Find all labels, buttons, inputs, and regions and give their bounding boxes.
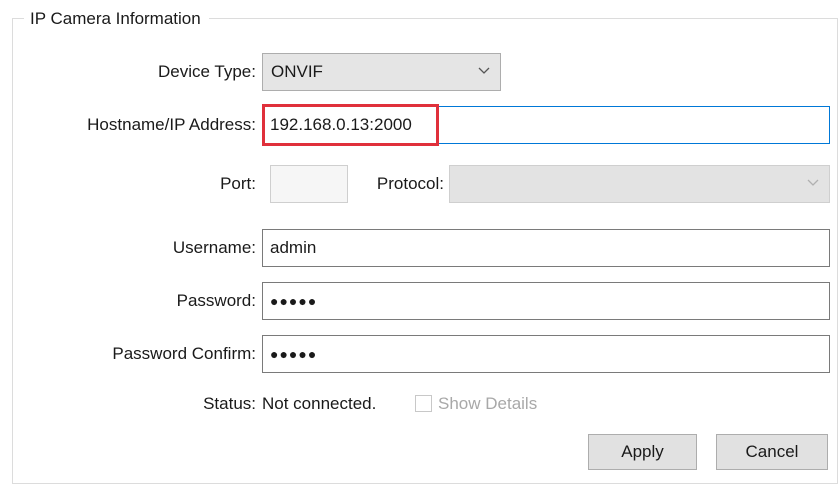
password-input[interactable]: ●●●●● <box>262 282 830 320</box>
password-mask: ●●●●● <box>270 293 318 309</box>
chevron-down-icon <box>478 67 490 74</box>
port-label: Port: <box>220 174 256 193</box>
protocol-label: Protocol: <box>376 174 444 193</box>
device-type-select[interactable]: ONVIF <box>262 53 501 91</box>
password-confirm-mask: ●●●●● <box>270 346 318 362</box>
port-input[interactable] <box>270 165 348 203</box>
username-label: Username: <box>172 238 256 257</box>
show-details-checkbox[interactable] <box>415 395 432 412</box>
password-confirm-input[interactable]: ●●●●● <box>262 335 830 373</box>
hostname-highlight-box <box>262 104 439 146</box>
username-input[interactable]: admin <box>262 229 830 267</box>
status-value: Not connected. <box>262 394 377 413</box>
password-label: Password: <box>176 291 256 310</box>
password-confirm-label: Password Confirm: <box>112 344 256 363</box>
cancel-button[interactable]: Cancel <box>716 434 828 470</box>
apply-button[interactable]: Apply <box>588 434 697 470</box>
status-label: Status: <box>203 394 256 413</box>
hostname-label: Hostname/IP Address: <box>87 115 256 134</box>
device-type-value: ONVIF <box>271 62 323 81</box>
protocol-select[interactable] <box>449 165 830 203</box>
chevron-down-icon <box>807 179 819 186</box>
groupbox-title: IP Camera Information <box>24 8 209 30</box>
device-type-label: Device Type: <box>158 62 256 81</box>
show-details-label: Show Details <box>438 394 538 413</box>
